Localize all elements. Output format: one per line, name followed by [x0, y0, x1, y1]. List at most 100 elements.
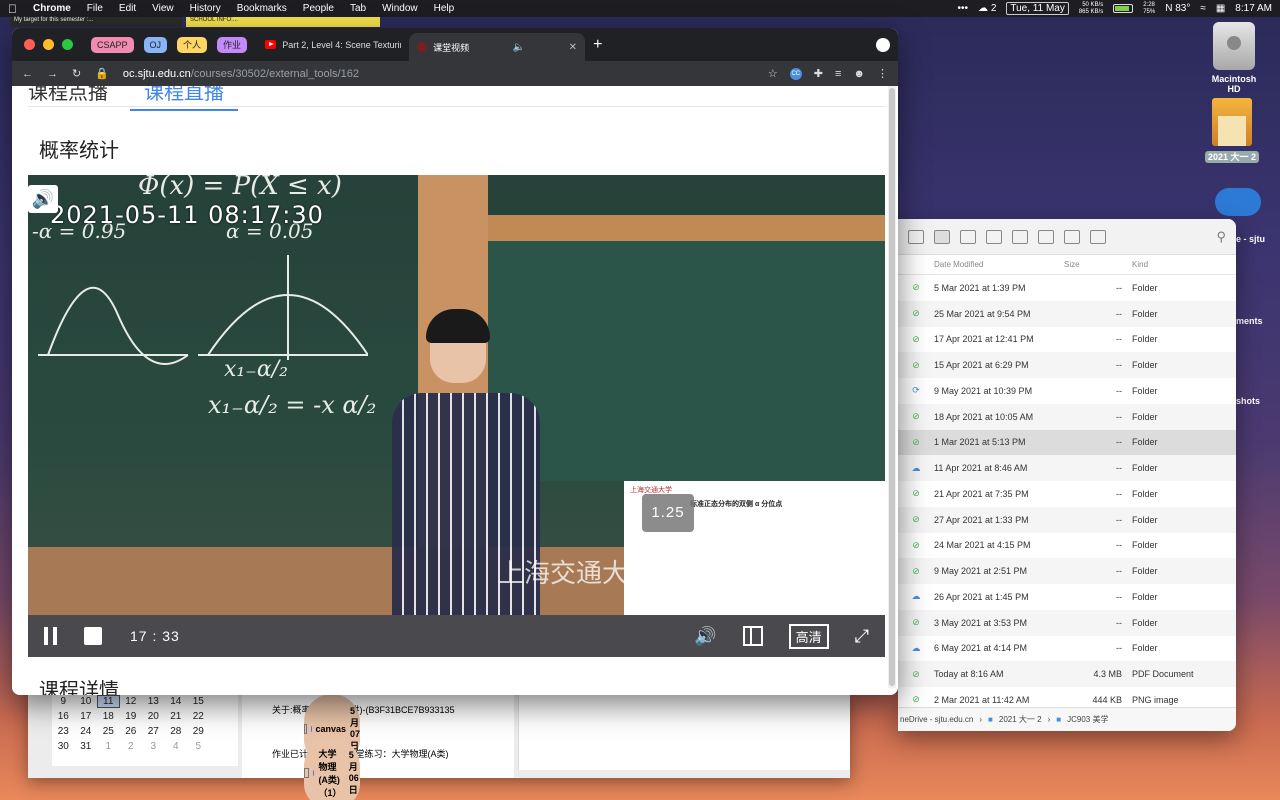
menu-app-name[interactable]: Chrome	[33, 3, 71, 14]
battery-icon[interactable]	[1113, 4, 1134, 13]
calendar-day[interactable]: 1	[97, 741, 120, 752]
tab-course-live[interactable]: 课程直播	[130, 86, 238, 111]
finder-row[interactable]: ⊘ 3 May 2021 at 3:53 PM -- Folder	[898, 609, 1236, 636]
tab-group-homework[interactable]: 作业	[217, 36, 248, 53]
more-actions-icon[interactable]	[1090, 229, 1106, 244]
finder-row[interactable]: ⊘ 21 Apr 2021 at 7:35 PM -- Folder	[898, 481, 1236, 507]
calendar-day[interactable]: 15	[187, 696, 210, 707]
new-tab-button[interactable]: +	[593, 36, 602, 54]
calendar-day[interactable]: 3	[142, 741, 165, 752]
network-speed[interactable]: 50 KB/s 865 KB/s	[1079, 2, 1103, 16]
maximize-window-button[interactable]	[62, 39, 73, 50]
menu-edit[interactable]: Edit	[119, 3, 136, 14]
path-segment-2021[interactable]: 2021 大一 2	[999, 714, 1042, 725]
chrome-menu-icon[interactable]: ⋮	[877, 67, 888, 80]
tab-audio-icon[interactable]: 🔈	[513, 42, 525, 53]
wechat-icon[interactable]: ☁ 2	[978, 3, 996, 14]
menu-tab[interactable]: Tab	[350, 3, 366, 14]
calendar-day[interactable]: 4	[165, 741, 188, 752]
volume-icon[interactable]: 🔊	[694, 626, 716, 647]
tab-group-oj[interactable]: OJ	[143, 36, 168, 53]
scrollbar-thumb[interactable]	[889, 88, 895, 686]
column-date-modified[interactable]: Date Modified	[934, 260, 1064, 269]
calendar-day[interactable]: 30	[52, 741, 75, 752]
mail-item[interactable]: 大学物理(A类) （1） 5 月06日 作业已计分 第三次课堂练习：大学物理(A…	[242, 738, 514, 800]
calendar-day[interactable]: 22	[187, 711, 210, 722]
path-segment-onedrive[interactable]: neDrive - sjtu.edu.cn	[900, 715, 973, 724]
column-kind[interactable]: Kind	[1132, 260, 1148, 269]
tag-icon[interactable]	[1064, 229, 1080, 244]
mail-checkbox[interactable]	[304, 724, 307, 734]
calendar-day[interactable]: 13	[142, 696, 165, 707]
volume-popup-icon[interactable]: 🔊	[28, 185, 58, 213]
share-icon[interactable]	[1038, 229, 1054, 244]
calendar-day[interactable]: 28	[165, 726, 188, 737]
list-view-icon[interactable]	[934, 229, 950, 244]
tab-class-video[interactable]: 课堂视频 🔈 ✕	[409, 33, 586, 61]
finder-row[interactable]: ☁ 26 Apr 2021 at 1:45 PM -- Folder	[898, 584, 1236, 610]
calendar-day[interactable]: 16	[52, 711, 75, 722]
profile-avatar-icon[interactable]: ☻	[853, 68, 865, 80]
apple-icon[interactable]: 	[8, 2, 17, 16]
tab-search-icon[interactable]	[876, 38, 890, 52]
url-field[interactable]: oc.sjtu.edu.cn/courses/30502/external_to…	[123, 68, 359, 80]
finder-row[interactable]: ⊘ Today at 8:16 AM 4.3 MB PDF Document	[898, 661, 1236, 687]
video-player[interactable]: Φ(x) = P(X ≤ x) -α = 0.95 α = 0.05 x₁₋α/…	[28, 175, 885, 615]
fullscreen-icon[interactable]: ⤢	[855, 626, 869, 647]
stop-icon[interactable]	[84, 627, 102, 645]
finder-row[interactable]: ⊘ 24 Mar 2021 at 4:15 PM -- Folder	[898, 533, 1236, 559]
calendar-day[interactable]: 9	[52, 696, 75, 707]
extensions-puzzle-icon[interactable]: ✚	[814, 67, 823, 80]
group-icon[interactable]	[1012, 229, 1028, 244]
calendar-day[interactable]: 20	[142, 711, 165, 722]
layout-toggle-icon[interactable]	[742, 626, 763, 646]
finder-row[interactable]: ⊘ 25 Mar 2021 at 9:54 PM -- Folder	[898, 300, 1236, 327]
menu-window[interactable]: Window	[382, 3, 418, 14]
calendar-day[interactable]: 18	[97, 711, 120, 722]
minimize-window-button[interactable]	[43, 39, 54, 50]
column-view-icon[interactable]	[960, 229, 976, 244]
finder-row[interactable]: ⊘ 17 Apr 2021 at 12:41 PM -- Folder	[898, 327, 1236, 353]
finder-row[interactable]: ⊘ 1 Mar 2021 at 5:13 PM -- Folder	[898, 429, 1236, 456]
page-scrollbar[interactable]	[888, 86, 896, 688]
icon-view-icon[interactable]	[908, 229, 924, 244]
close-tab-icon[interactable]: ✕	[569, 42, 577, 53]
finder-row[interactable]: ⊘ 27 Apr 2021 at 1:33 PM -- Folder	[898, 506, 1236, 533]
calendar-day[interactable]: 27	[142, 726, 165, 737]
back-icon[interactable]: ←	[22, 68, 33, 80]
calendar-day[interactable]: 21	[165, 711, 188, 722]
gallery-view-icon[interactable]	[986, 229, 1002, 244]
mail-item[interactable]: canvas 5 月07日 关于:概率统计(第33讲)-(B3F31BCE7B9…	[242, 694, 514, 764]
calendar-day[interactable]: 19	[120, 711, 143, 722]
finder-row[interactable]: ☁ 11 Apr 2021 at 8:46 AM -- Folder	[898, 455, 1236, 481]
calendar-day[interactable]: 24	[75, 726, 98, 737]
tab-course-record[interactable]: 课程点播	[28, 86, 108, 111]
menu-history[interactable]: History	[190, 3, 221, 14]
mail-checkbox[interactable]	[304, 768, 309, 778]
calendar-day[interactable]: 31	[75, 741, 98, 752]
finder-row[interactable]: ⊘ 15 Apr 2021 at 6:29 PM -- Folder	[898, 352, 1236, 378]
path-segment-jc903[interactable]: JC903 美学	[1067, 714, 1108, 725]
pause-icon[interactable]	[44, 627, 58, 645]
calendar-day[interactable]: 17	[75, 711, 98, 722]
menu-bookmarks[interactable]: Bookmarks	[237, 3, 287, 14]
tab-group-csapp[interactable]: CSAPP	[91, 36, 134, 53]
calendar-day[interactable]: 29	[187, 726, 210, 737]
finder-row[interactable]: ⊘ 5 Mar 2021 at 1:39 PM -- Folder	[898, 275, 1236, 301]
wifi-icon[interactable]: ≈	[1200, 3, 1206, 14]
control-center-icon[interactable]: ▦	[1216, 3, 1225, 14]
more-dots-icon[interactable]: •••	[958, 3, 969, 14]
calendar-day[interactable]: 10	[75, 696, 98, 707]
lock-icon[interactable]: 🔒	[95, 67, 109, 80]
extension-cc-icon[interactable]: CC	[789, 67, 802, 80]
school-folder-icon[interactable]: 2021 大一 2	[1202, 98, 1262, 163]
onedrive-desktop-icon[interactable]	[1208, 188, 1268, 216]
finder-row[interactable]: ⊘ 18 Apr 2021 at 10:05 AM -- Folder	[898, 403, 1236, 430]
column-size[interactable]: Size	[1064, 260, 1132, 269]
date-widget[interactable]: Tue, 11 May	[1006, 2, 1069, 15]
sticky-note-target[interactable]: My target for this semester :...	[10, 17, 182, 27]
finder-row[interactable]: ☁ 6 May 2021 at 4:14 PM -- Folder	[898, 636, 1236, 662]
calendar-day[interactable]: 25	[97, 726, 120, 737]
calendar-day[interactable]: 26	[120, 726, 143, 737]
tab-youtube[interactable]: Part 2, Level 4: Scene Texturing	[257, 33, 409, 57]
